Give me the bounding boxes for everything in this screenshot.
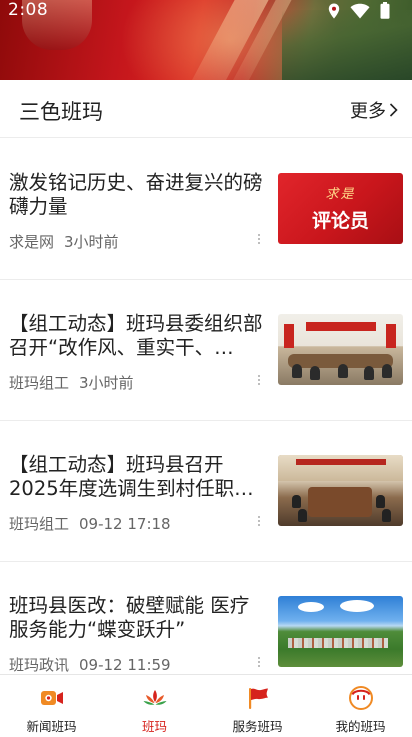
news-source: 班玛政讯: [9, 656, 70, 674]
more-label: 更多: [350, 101, 386, 122]
battery-icon: [380, 2, 390, 19]
news-source: 班玛组工: [9, 374, 70, 392]
section-title: 三色班玛: [19, 100, 103, 124]
wifi-icon: [350, 3, 370, 18]
thumbnail-detail: [382, 509, 391, 522]
nav-item-news[interactable]: 新闻班玛: [0, 675, 103, 737]
thumbnail-brand-text: 求是: [325, 187, 356, 202]
more-options-icon[interactable]: [254, 514, 264, 530]
thumbnail-detail: [296, 459, 386, 465]
thumbnail-detail: [382, 364, 392, 378]
news-meta: 求是网 3小时前: [9, 231, 119, 252]
nav-item-profile[interactable]: 我的班玛: [309, 675, 412, 737]
more-options-icon[interactable]: [254, 373, 264, 389]
nav-label: 新闻班玛: [26, 719, 77, 734]
smiley-icon: [348, 686, 373, 710]
news-meta: 班玛政讯 09-12 11:59: [9, 654, 171, 675]
status-time: 2:08: [8, 0, 49, 20]
nav-label: 服务班玛: [232, 719, 283, 734]
thumbnail-detail: [310, 366, 320, 380]
news-time: 3小时前: [64, 233, 119, 251]
thumbnail-detail: [288, 638, 388, 648]
thumbnail-detail: [364, 366, 374, 380]
more-options-icon[interactable]: [254, 655, 264, 671]
nav-label: 班玛: [141, 719, 167, 734]
flag-icon: [248, 688, 268, 709]
thumbnail-detail: [376, 495, 385, 508]
news-item[interactable]: 【组工动态】班玛县委组织部召开“改作风、重实干、… 班玛组工 3小时前: [0, 280, 412, 421]
news-time: 3小时前: [79, 374, 134, 392]
news-thumbnail: [278, 596, 403, 667]
news-item[interactable]: 【组工动态】班玛县召开2025年度选调生到村任职… 班玛组工 09-12 17:1…: [0, 421, 412, 562]
news-title: 【组工动态】班玛县召开2025年度选调生到村任职…: [9, 453, 254, 500]
more-options-icon[interactable]: [254, 232, 264, 248]
news-title: 班玛县医改：破壁赋能 医疗服务能力“蝶变跃升”: [9, 594, 250, 641]
thumbnail-detail: [284, 324, 294, 348]
news-thumbnail: 求是 评论员: [278, 173, 403, 244]
more-link[interactable]: 更多: [350, 97, 398, 123]
thumbnail-detail: [292, 364, 302, 378]
nav-item-home[interactable]: 班玛: [103, 675, 206, 737]
news-thumbnail: [278, 314, 403, 385]
thumbnail-detail: [298, 602, 324, 612]
thumbnail-detail: [340, 600, 374, 612]
thumbnail-detail: [292, 495, 301, 508]
news-title: 激发铭记历史、奋进复兴的磅礴力量: [9, 171, 263, 218]
app-screen: 2:08 三色班玛 更多 激发铭记历史、奋进复兴的磅礴力量 求是网 3小时前 求…: [0, 0, 412, 737]
news-time: 09-12 11:59: [79, 656, 171, 674]
thumbnail-detail: [306, 322, 376, 331]
thumbnail-detail: [338, 364, 348, 378]
news-title: 【组工动态】班玛县委组织部召开“改作风、重实干、…: [9, 312, 263, 359]
nav-label: 我的班玛: [335, 719, 386, 734]
status-bar: 2:08: [0, 0, 412, 24]
thumbnail-detail: [308, 487, 372, 517]
news-time: 09-12 17:18: [79, 515, 171, 533]
nav-item-services[interactable]: 服务班玛: [206, 675, 309, 737]
video-camera-icon: [40, 691, 63, 705]
thumbnail-detail: [298, 509, 307, 522]
news-item[interactable]: 激发铭记历史、奋进复兴的磅礴力量 求是网 3小时前 求是 评论员: [0, 139, 412, 280]
thumbnail-label-text: 评论员: [311, 210, 369, 232]
news-meta: 班玛组工 09-12 17:18: [9, 513, 171, 534]
news-source: 班玛组工: [9, 515, 70, 533]
bottom-navigation: 新闻班玛 班玛 服务班玛 我的班玛: [0, 674, 412, 737]
news-list: 激发铭记历史、奋进复兴的磅礴力量 求是网 3小时前 求是 评论员 【组工动态】班玛…: [0, 139, 412, 703]
news-thumbnail: [278, 455, 403, 526]
news-source: 求是网: [9, 233, 55, 251]
news-meta: 班玛组工 3小时前: [9, 372, 134, 393]
thumbnail-detail: [386, 324, 396, 348]
chevron-right-icon: [389, 103, 398, 117]
lotus-icon: [143, 690, 166, 705]
location-icon: [328, 3, 340, 18]
status-icons: [328, 2, 390, 19]
section-header: 三色班玛 更多: [0, 80, 412, 138]
